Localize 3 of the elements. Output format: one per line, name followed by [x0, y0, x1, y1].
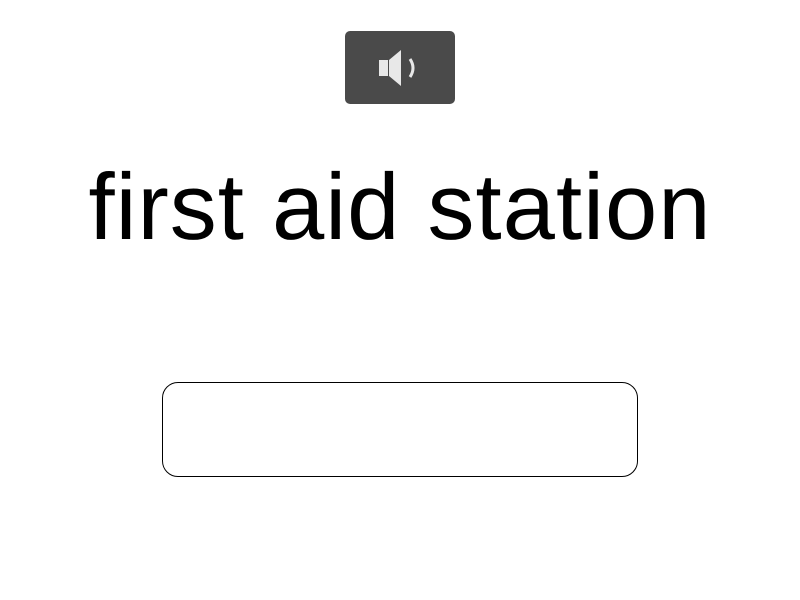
audio-button[interactable]	[345, 31, 455, 104]
word-text: first aid station	[88, 153, 712, 261]
answer-field[interactable]	[162, 382, 638, 477]
